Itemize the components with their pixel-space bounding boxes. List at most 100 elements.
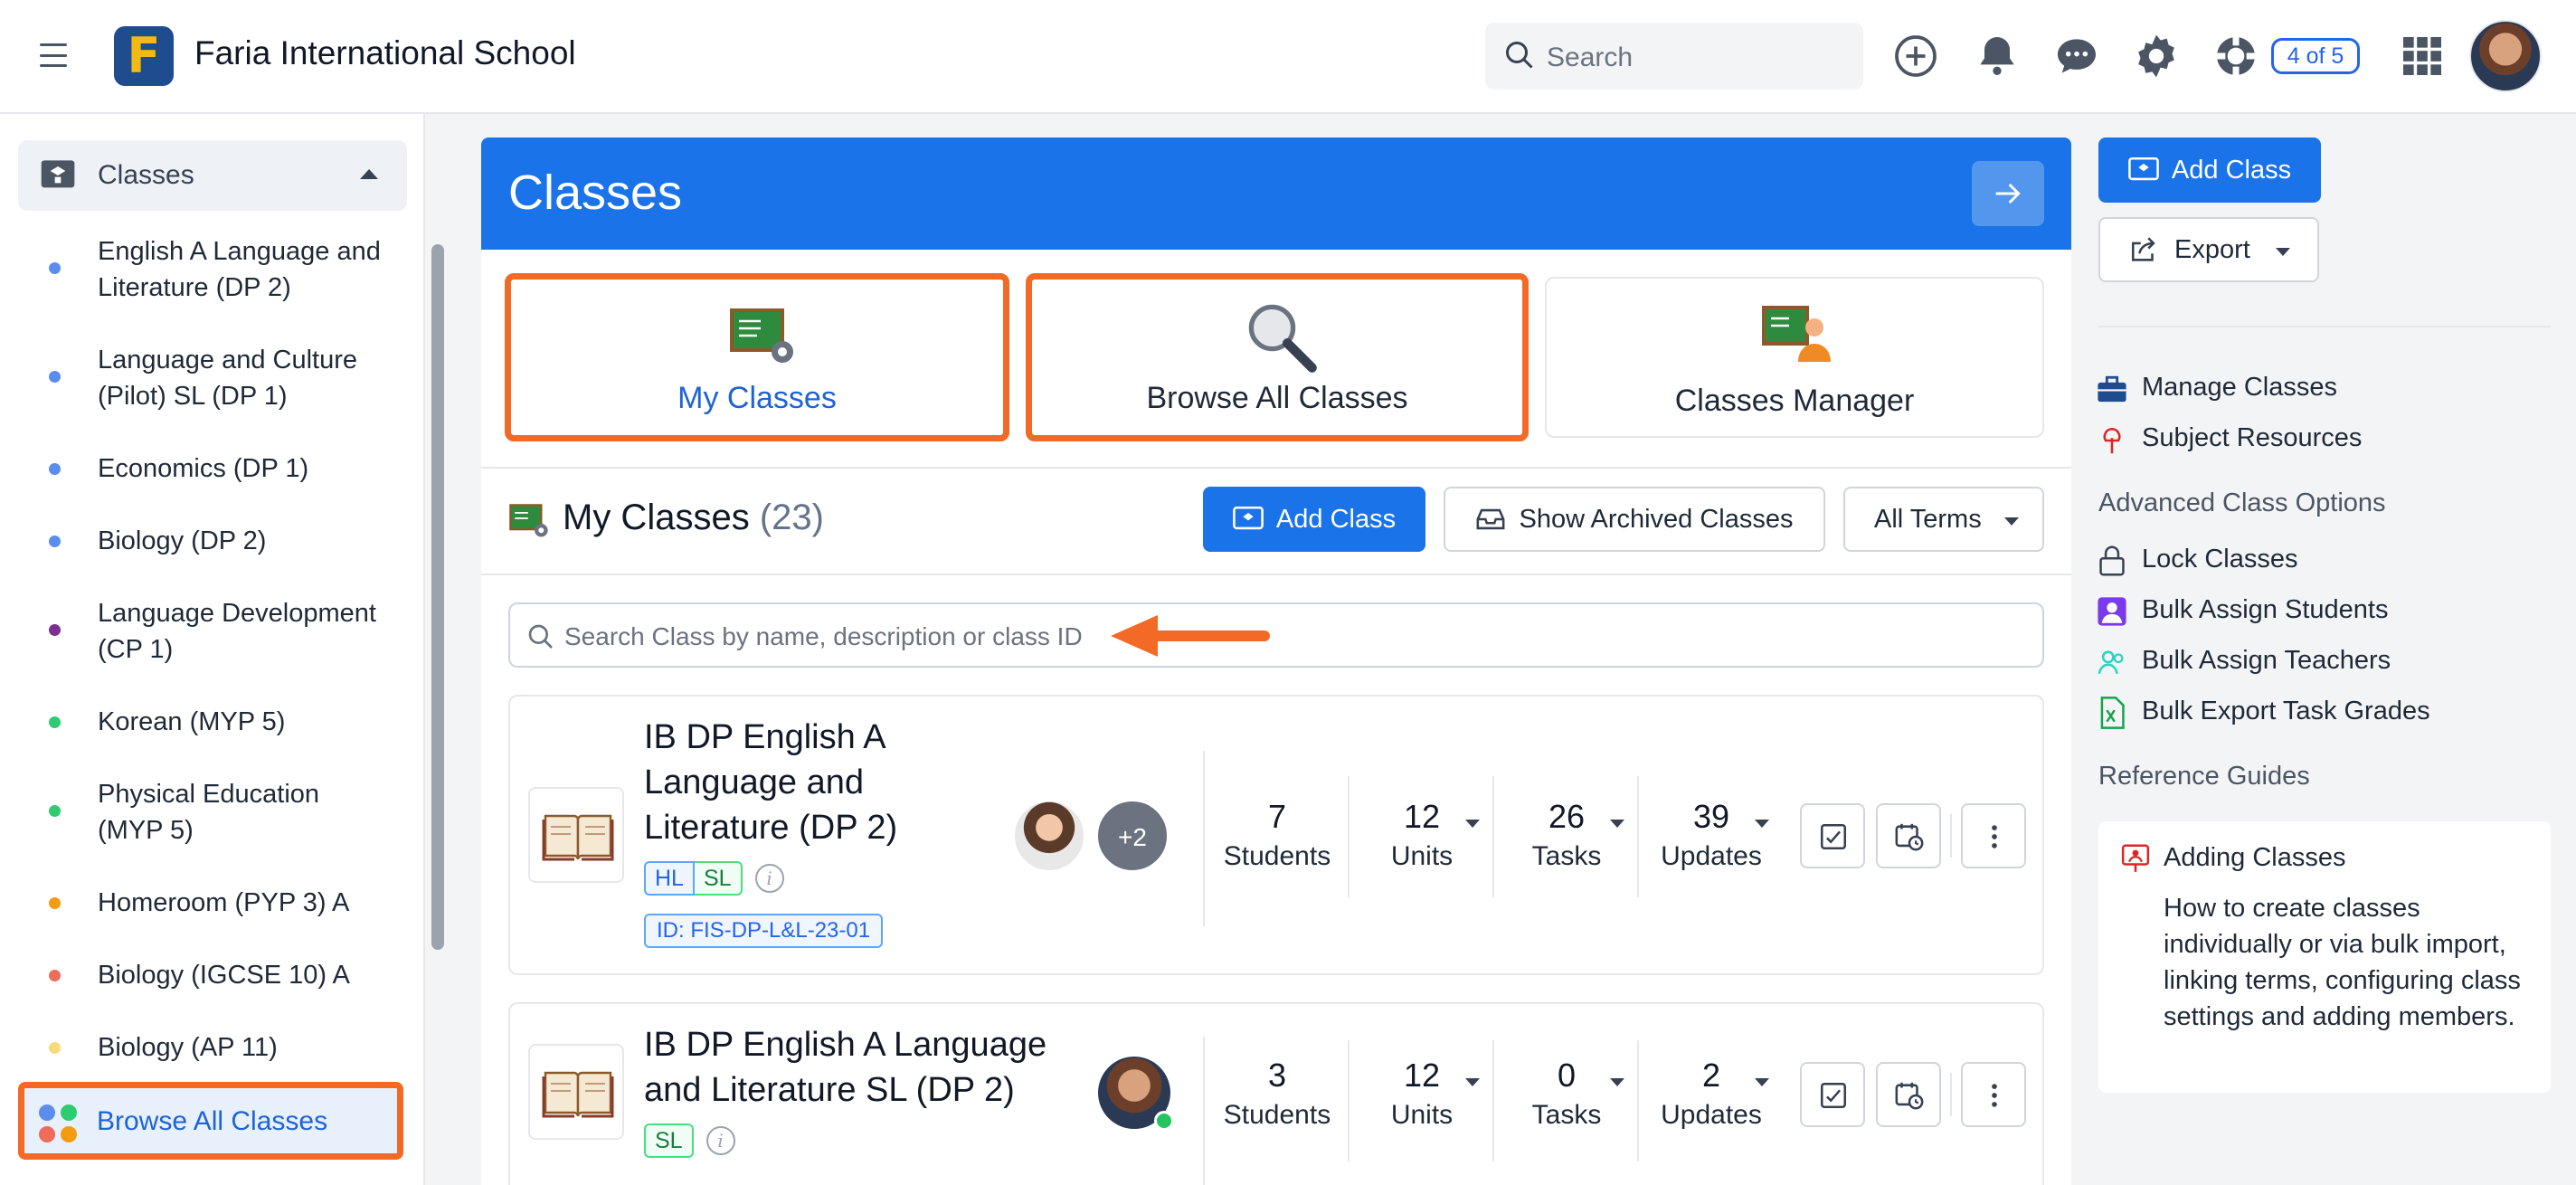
gear-icon[interactable] <box>2131 31 2182 81</box>
export-dropdown[interactable]: Export <box>2098 217 2319 282</box>
my-classes-board-icon <box>730 308 793 363</box>
info-icon[interactable]: i <box>706 1126 735 1155</box>
more-members-badge[interactable]: +2 <box>1096 800 1169 872</box>
menu-icon[interactable] <box>40 43 67 67</box>
add-circle-icon[interactable] <box>1890 31 1941 81</box>
tag-sl: SL <box>694 861 743 896</box>
schedule-button[interactable] <box>1876 803 1941 868</box>
class-color-dot <box>49 463 61 475</box>
sidebar-item-language-culture[interactable]: Language and Culture (Pilot) SL (DP 1) <box>45 342 380 418</box>
more-options-button[interactable] <box>1961 803 2026 868</box>
collapse-caret-icon[interactable] <box>360 169 378 179</box>
stat-tasks[interactable]: 0 Tasks <box>1494 1057 1639 1131</box>
stat-updates[interactable]: 39 Updates <box>1639 798 1784 872</box>
chevron-down-icon <box>1755 820 1769 828</box>
manage-classes-link[interactable]: Manage Classes <box>2097 373 2531 409</box>
chevron-down-icon <box>1755 1078 1769 1086</box>
stat-students[interactable]: 7 Students <box>1205 798 1350 872</box>
global-search[interactable]: Search <box>1485 23 1863 90</box>
class-search-input[interactable]: Search Class by name, description or cla… <box>508 602 2044 668</box>
subject-resources-link[interactable]: Subject Resources <box>2097 423 2531 460</box>
sidebar-section-label: Classes <box>98 160 194 190</box>
class-color-dot <box>49 897 61 909</box>
tile-my-classes[interactable]: My Classes <box>505 273 1009 441</box>
class-count: (23) <box>759 498 824 537</box>
class-name[interactable]: IB DP English A Language and Literature … <box>644 715 1006 850</box>
class-search-placeholder: Search Class by name, description or cla… <box>564 622 1083 650</box>
bulk-assign-teachers-link[interactable]: Bulk Assign Teachers <box>2097 646 2531 682</box>
school-logo[interactable]: F <box>114 26 174 86</box>
checklist-icon <box>1820 1082 1847 1109</box>
lock-classes-link[interactable]: Lock Classes <box>2097 545 2531 581</box>
sidebar-item-english-a[interactable]: English A Language and Literature (DP 2) <box>45 233 381 309</box>
chevron-down-icon <box>1465 820 1480 828</box>
online-status-dot <box>1154 1111 1174 1131</box>
divider <box>1950 1073 1952 1116</box>
apps-grid-icon[interactable] <box>2397 31 2448 81</box>
chevron-down-icon <box>2004 517 2019 526</box>
chevron-down-icon <box>1610 1078 1624 1086</box>
stat-updates[interactable]: 2 Updates <box>1639 1057 1784 1131</box>
advanced-options-heading: Advanced Class Options <box>2098 488 2386 517</box>
stat-students[interactable]: 3 Students <box>1205 1057 1350 1131</box>
reference-guide-card[interactable]: Adding Classes How to create classes ind… <box>2098 821 2551 1093</box>
chat-icon[interactable] <box>2051 31 2102 81</box>
stat-units[interactable]: 12 Units <box>1350 1057 1494 1131</box>
my-classes-small-icon <box>509 504 548 537</box>
sidebar-item-biology-dp2[interactable]: Biology (DP 2) <box>45 523 380 561</box>
school-name[interactable]: Faria International School <box>194 34 576 72</box>
bulk-export-task-grades-link[interactable]: Bulk Export Task Grades <box>2097 697 2531 733</box>
class-color-dot <box>49 371 61 383</box>
page-title: Classes <box>508 166 683 220</box>
sidebar-item-physical-education[interactable]: Physical Education (MYP 5) <box>45 776 380 852</box>
chevron-down-icon <box>2276 248 2290 256</box>
stat-tasks[interactable]: 26 Tasks <box>1494 798 1639 872</box>
tile-browse-all-classes[interactable]: Browse All Classes <box>1026 273 1529 441</box>
teacher-avatar[interactable] <box>1013 800 1085 872</box>
archive-inbox-icon <box>1477 508 1505 530</box>
user-avatar[interactable] <box>2469 20 2542 92</box>
class-card[interactable]: IB DP English A Language and Literature … <box>508 695 2044 975</box>
sidebar-item-language-development[interactable]: Language Development (CP 1) <box>45 595 380 671</box>
expand-panel-button[interactable] <box>1972 161 2044 226</box>
show-archived-classes-button[interactable]: Show Archived Classes <box>1444 487 1825 552</box>
teachers-icon <box>2098 650 2124 675</box>
sidebar-browse-all-classes[interactable]: Browse All Classes <box>18 1082 403 1160</box>
chevron-down-icon <box>1465 1078 1480 1086</box>
bulk-assign-students-link[interactable]: Bulk Assign Students <box>2097 595 2531 631</box>
add-class-button[interactable]: Add Class <box>1203 487 1425 552</box>
reference-guides-heading: Reference Guides <box>2098 762 2310 791</box>
divider <box>481 467 2071 469</box>
sidebar-item-korean[interactable]: Korean (MYP 5) <box>45 704 380 742</box>
sidebar-item-economics[interactable]: Economics (DP 1) <box>45 450 380 488</box>
sidebar-item-biology-ap[interactable]: Biology (AP 11) <box>45 1029 380 1067</box>
class-color-dot <box>49 1042 61 1054</box>
all-terms-dropdown[interactable]: All Terms <box>1843 487 2044 552</box>
class-color-dot <box>49 970 61 981</box>
sidebar-item-biology-igcse[interactable]: Biology (IGCSE 10) A <box>45 957 380 995</box>
class-card[interactable]: IB DP English A Language and Literature … <box>508 1002 2044 1185</box>
sidebar-scrollbar[interactable] <box>431 244 444 950</box>
more-options-button[interactable] <box>1961 1062 2026 1127</box>
page-indicator[interactable]: 4 of 5 <box>2271 38 2360 74</box>
checklist-icon <box>1820 823 1847 850</box>
bell-icon[interactable] <box>1972 31 2022 81</box>
schedule-button[interactable] <box>1876 1062 1941 1127</box>
chevron-down-icon <box>1610 820 1624 828</box>
sidebar-classes-header[interactable]: Classes <box>18 140 407 211</box>
divider <box>1950 814 1952 858</box>
add-class-button[interactable]: Add Class <box>2098 137 2321 203</box>
class-color-dot <box>49 805 61 817</box>
sidebar-item-homeroom[interactable]: Homeroom (PYP 3) A <box>45 885 380 923</box>
calendar-clock-icon <box>1895 1082 1924 1110</box>
annotation-arrow-icon <box>1111 615 1270 657</box>
gradebook-button[interactable] <box>1800 1062 1865 1127</box>
info-icon[interactable]: i <box>754 864 784 893</box>
class-name[interactable]: IB DP English A Language and Literature … <box>644 1022 1096 1113</box>
class-tags: SL i <box>644 1123 735 1158</box>
stat-units[interactable]: 12 Units <box>1350 798 1494 872</box>
tile-classes-manager[interactable]: Classes Manager <box>1545 277 2044 438</box>
help-lifebuoy-icon[interactable] <box>2211 31 2261 81</box>
gradebook-button[interactable] <box>1800 803 1865 868</box>
kebab-menu-icon <box>1992 825 1997 848</box>
